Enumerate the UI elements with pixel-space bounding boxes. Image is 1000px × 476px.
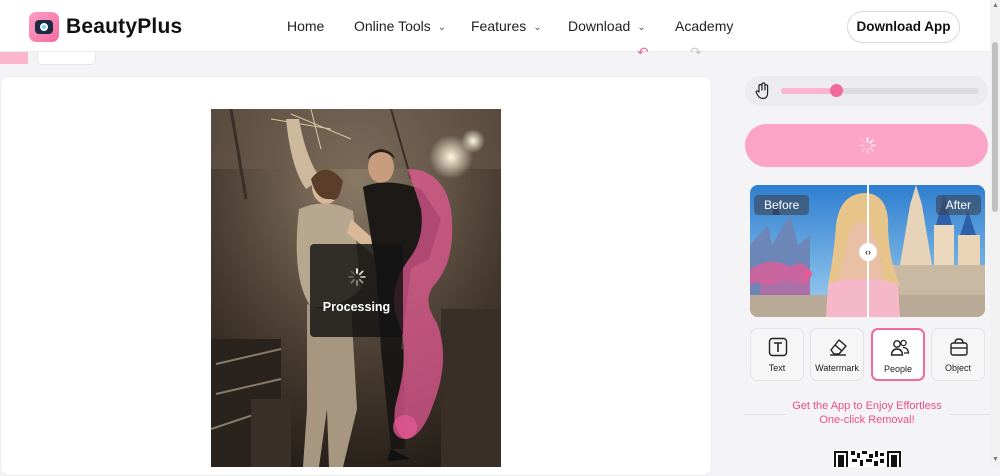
nav-item-label: Features (471, 18, 527, 34)
tool-watermark-button[interactable]: Watermark (810, 328, 864, 381)
promo-line-1: Get the App to Enjoy Effortless (792, 400, 942, 412)
chevron-down-icon: ⌄ (533, 22, 542, 33)
nav-item-label: Online Tools (354, 18, 431, 34)
people-icon (890, 339, 910, 356)
tool-object-button[interactable]: Object (931, 328, 985, 381)
loading-spinner-icon (348, 268, 366, 286)
nav-item-label: Download (568, 18, 631, 34)
camera-lens (40, 23, 48, 31)
object-icon (950, 338, 968, 356)
processing-overlay: Processing (310, 244, 403, 337)
remove-button-loading[interactable] (745, 124, 988, 167)
page-scrollbar[interactable]: ▲ ▼ (990, 0, 1000, 467)
nav-item-label: Academy (675, 18, 734, 34)
after-label: After (935, 195, 981, 215)
scroll-down-arrow-icon[interactable]: ▼ (992, 456, 999, 463)
download-app-button[interactable]: Download App (847, 11, 960, 43)
nav-item-features[interactable]: Features ⌄ (471, 18, 542, 34)
nav-item-academy[interactable]: Academy (675, 18, 733, 34)
brand-name[interactable]: BeautyPlus (66, 15, 182, 39)
secondary-button-partial[interactable] (37, 52, 96, 65)
loading-spinner-icon (859, 137, 876, 154)
nav-item-download[interactable]: Download ⌄ (568, 18, 646, 34)
redo-icon[interactable]: ↷ (690, 44, 702, 61)
scroll-up-arrow-icon[interactable]: ▲ (992, 2, 999, 9)
tool-label: People (883, 364, 913, 374)
slider-fill (781, 88, 837, 94)
tool-label: Text (768, 363, 786, 373)
hand-brush-icon (755, 82, 769, 100)
tool-people-button[interactable]: People (871, 328, 925, 381)
nav-item-home[interactable]: Home (287, 18, 324, 34)
top-navigation-bar: BeautyPlus Home Online Tools ⌄ Features ⌄ … (0, 0, 990, 52)
app-promo-text: Get the App to Enjoy Effortless One-clic… (760, 399, 974, 427)
promo-line-2: One-click Removal! (819, 414, 915, 426)
tool-label: Watermark (815, 363, 859, 373)
nav-item-online-tools[interactable]: Online Tools ⌄ (354, 18, 446, 34)
slider-knob[interactable] (829, 84, 843, 97)
brush-size-slider[interactable] (745, 76, 988, 106)
before-label: Before (754, 195, 810, 215)
beautyplus-logo[interactable] (29, 12, 59, 42)
text-icon (768, 337, 788, 357)
qr-code-icon (833, 450, 902, 467)
upload-button-partial[interactable] (0, 52, 28, 64)
processing-label: Processing (322, 300, 391, 314)
before-after-preview[interactable]: Before After ‹› (750, 185, 985, 317)
tool-label: Object (944, 363, 971, 373)
eraser-icon (830, 339, 847, 356)
undo-icon[interactable]: ↶ (637, 44, 649, 61)
nav-item-label: Home (287, 18, 325, 34)
compare-handle-icon[interactable]: ‹› (859, 243, 877, 261)
scrollbar-thumb[interactable] (992, 42, 998, 212)
tool-text-button[interactable]: Text (750, 328, 804, 381)
chevron-down-icon: ⌄ (637, 22, 646, 33)
chevron-down-icon: ⌄ (437, 22, 447, 33)
